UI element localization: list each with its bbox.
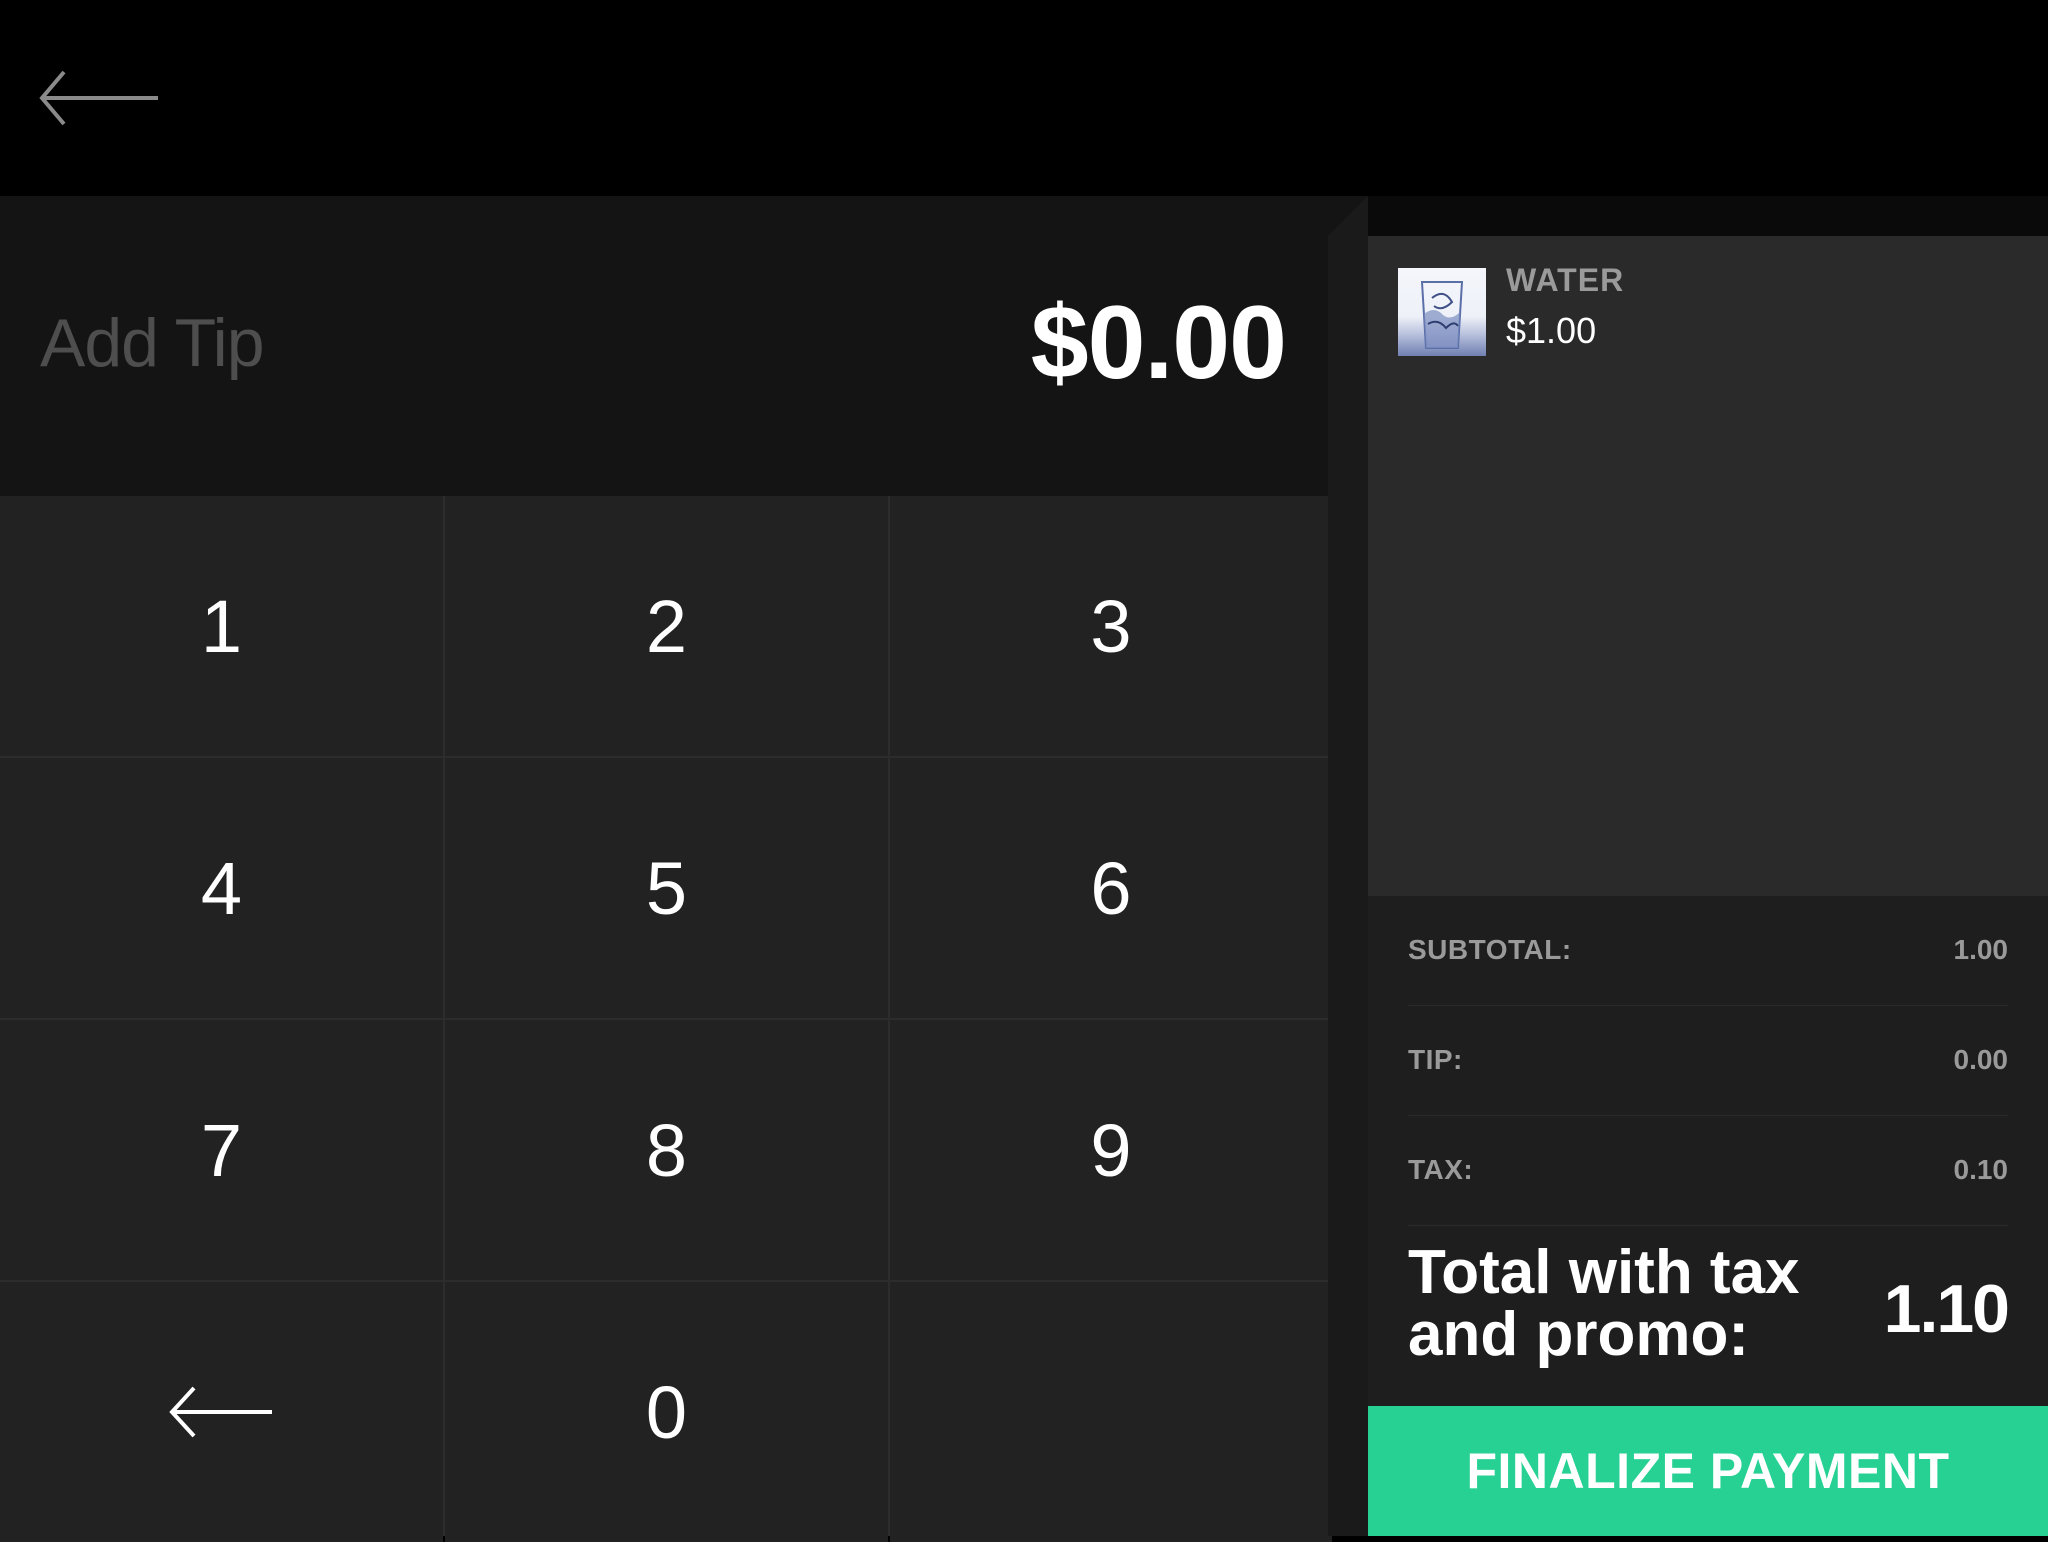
tax-label: TAX: (1408, 1154, 1474, 1185)
backspace-key[interactable] (0, 1282, 443, 1542)
empty-key (890, 1282, 1332, 1542)
back-arrow-icon (39, 70, 158, 126)
key-8[interactable]: 8 (445, 1020, 888, 1280)
number-keypad: 1 2 3 4 5 6 7 8 9 0 (0, 496, 1332, 1542)
key-4[interactable]: 4 (0, 758, 443, 1018)
back-button[interactable] (36, 66, 162, 130)
order-list: WATER $1.00 (1368, 236, 2048, 896)
order-panel-top (1368, 196, 2048, 236)
tip-entry-panel: Add Tip $0.00 1 2 3 4 5 6 7 8 9 0 (0, 196, 1332, 1542)
finalize-payment-button[interactable]: FINALIZE PAYMENT (1368, 1406, 2048, 1536)
water-glass-image (1398, 268, 1486, 356)
subtotal-value: 1.00 (1953, 934, 2009, 965)
key-2[interactable]: 2 (445, 496, 888, 756)
subtotal-label: SUBTOTAL: (1408, 934, 1572, 965)
order-item-water[interactable]: WATER $1.00 (1398, 252, 2018, 356)
key-9[interactable]: 9 (890, 1020, 1332, 1280)
key-3[interactable]: 3 (890, 496, 1332, 756)
key-1[interactable]: 1 (0, 496, 443, 756)
top-bar (0, 0, 2048, 196)
item-name: WATER (1506, 262, 1625, 298)
tip-row: TIP: 0.00 (1408, 1006, 2008, 1116)
total-label: Total with tax and promo: (1408, 1238, 1800, 1369)
backspace-arrow-icon (168, 1386, 272, 1438)
key-5[interactable]: 5 (445, 758, 888, 1018)
key-6[interactable]: 6 (890, 758, 1332, 1018)
tip-amount: $0.00 (1030, 285, 1287, 401)
total-value: 1.10 (1883, 1271, 2010, 1347)
divider-notch (1328, 196, 1368, 236)
panel-divider (1328, 196, 1368, 1536)
subtotal-row: SUBTOTAL: 1.00 (1408, 896, 2008, 1006)
key-0[interactable]: 0 (445, 1282, 888, 1542)
order-summary: SUBTOTAL: 1.00 TIP: 0.00 TAX: 0.10 Total… (1368, 896, 2048, 1406)
tip-summary-label: TIP: (1408, 1044, 1463, 1075)
tax-row: TAX: 0.10 (1408, 1116, 2008, 1226)
tax-value: 0.10 (1953, 1154, 2009, 1185)
key-7[interactable]: 7 (0, 1020, 443, 1280)
add-tip-label: Add Tip (40, 305, 265, 381)
item-price: $1.00 (1506, 310, 1597, 351)
tip-summary-value: 0.00 (1953, 1044, 2009, 1075)
tip-display: Add Tip $0.00 (0, 196, 1328, 496)
